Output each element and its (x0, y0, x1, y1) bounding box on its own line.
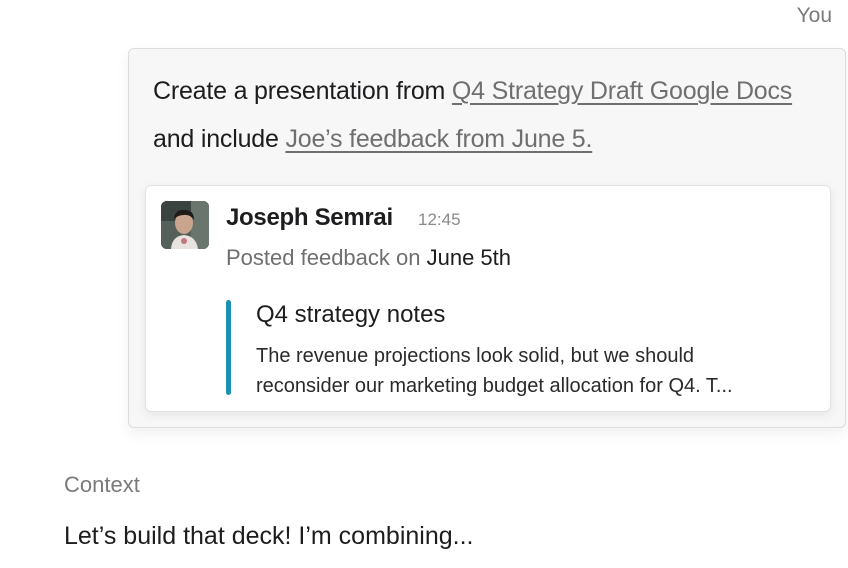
context-label[interactable]: Context (64, 472, 140, 498)
posted-date: June 5th (426, 245, 511, 270)
quote-body: The revenue projections look solid, but … (256, 341, 816, 401)
assistant-response: Let’s build that deck! I’m combining... (64, 522, 474, 550)
sender-label: You (796, 4, 832, 27)
doc-link[interactable]: Q4 Strategy Draft Google Docs (452, 77, 792, 105)
avatar (161, 201, 209, 249)
quote-title: Q4 strategy notes (256, 301, 446, 328)
author-name: Joseph Semrai (226, 204, 393, 231)
feedback-link[interactable]: Joe’s feedback from June 5. (285, 125, 592, 153)
chat-view: You Create a presentation from Q4 Strate… (0, 0, 848, 568)
quote-line: reconsider our marketing budget allocati… (256, 375, 733, 397)
posted-line: Posted feedback on June 5th (226, 245, 511, 271)
posted-prefix: Posted feedback on (226, 245, 427, 270)
prompt-text-middle: and include (153, 125, 286, 153)
quote-bar (226, 300, 231, 395)
prompt-text-before: Create a presentation from (153, 77, 452, 105)
prompt-text: Create a presentation from Q4 Strategy D… (153, 67, 823, 163)
feedback-attachment-card[interactable]: Joseph Semrai 12:45 Posted feedback on J… (145, 185, 831, 412)
user-message-bubble: Create a presentation from Q4 Strategy D… (128, 48, 846, 428)
timestamp: 12:45 (418, 210, 461, 229)
quote-line: The revenue projections look solid, but … (256, 345, 695, 367)
